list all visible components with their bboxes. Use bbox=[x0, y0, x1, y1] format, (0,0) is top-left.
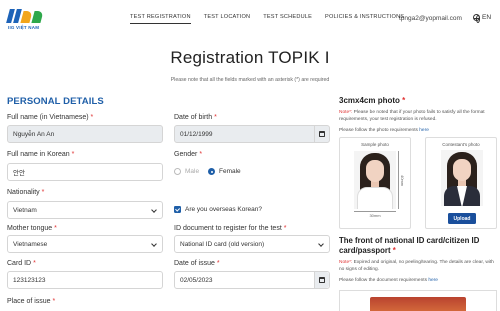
full-name-vi-field[interactable]: Nguyễn An An bbox=[7, 125, 163, 143]
sample-photo-caption: Sample photo bbox=[361, 142, 389, 147]
language-selector[interactable]: EN bbox=[473, 14, 492, 23]
calendar-icon[interactable] bbox=[314, 272, 329, 288]
id-document-select[interactable]: National ID card (old version) bbox=[174, 235, 330, 253]
full-name-ko-field[interactable]: 안안 bbox=[7, 163, 163, 181]
sample-portrait-image bbox=[354, 151, 396, 209]
nav-test-registration[interactable]: TEST REGISTRATION bbox=[130, 14, 191, 24]
globe-icon bbox=[473, 14, 480, 23]
contestant-photo-card: Contestant's photo Upload bbox=[425, 137, 497, 229]
language-label: EN bbox=[482, 14, 492, 21]
mother-tongue-label: Mother tongue * bbox=[7, 225, 57, 232]
id-card-requirements: Please follow the document requirements … bbox=[339, 278, 438, 283]
card-id-label: Card ID * bbox=[7, 260, 36, 267]
id-card-note: Note*: Expired and original, no peeling/… bbox=[339, 260, 494, 272]
brand-logo[interactable]: IIG VIỆT NAM bbox=[6, 7, 48, 33]
dob-value: 01/12/1999 bbox=[180, 130, 213, 138]
nav-test-location[interactable]: TEST LOCATION bbox=[204, 14, 251, 24]
contestant-portrait-image bbox=[441, 150, 483, 206]
nationality-value: Vietnam bbox=[13, 206, 37, 214]
id-card-upload-area[interactable] bbox=[339, 290, 497, 311]
nationality-label: Nationality * bbox=[7, 189, 45, 196]
gender-male-radio[interactable]: Male bbox=[174, 168, 199, 175]
chevron-down-icon bbox=[318, 241, 324, 247]
gender-label: Gender * bbox=[174, 151, 203, 158]
chevron-down-icon bbox=[151, 207, 157, 213]
personal-details-heading: PERSONAL DETAILS bbox=[7, 96, 104, 107]
width-dimension: 30mm bbox=[354, 211, 396, 218]
overseas-korean-label: Are you overseas Korean? bbox=[185, 206, 262, 213]
id-document-value: National ID card (old version) bbox=[180, 240, 265, 248]
mother-tongue-value: Vietnamese bbox=[13, 240, 48, 248]
photo-section-title: 3cmx4cm photo * bbox=[339, 96, 406, 105]
gender-male-label: Male bbox=[185, 168, 200, 175]
calendar-icon[interactable] bbox=[314, 126, 329, 142]
chevron-down-icon bbox=[151, 241, 157, 247]
checkbox-checked-icon bbox=[174, 206, 181, 213]
dob-field[interactable]: 01/12/1999 bbox=[174, 125, 330, 143]
upload-photo-button[interactable]: Upload bbox=[448, 213, 476, 224]
date-issue-value: 02/05/2023 bbox=[180, 276, 213, 284]
height-dimension: 40mm bbox=[398, 151, 405, 209]
nationality-select[interactable]: Vietnam bbox=[7, 201, 163, 219]
date-issue-field[interactable]: 02/05/2023 bbox=[174, 271, 330, 289]
mother-tongue-select[interactable]: Vietnamese bbox=[7, 235, 163, 253]
nav-policies-instructions[interactable]: POLICIES & INSTRUCTIONS bbox=[325, 14, 404, 24]
user-email[interactable]: tpnga2@yopmail.com bbox=[399, 15, 462, 22]
top-header: IIG VIỆT NAM TEST REGISTRATION TEST LOCA… bbox=[0, 0, 500, 38]
date-issue-label: Date of issue * bbox=[174, 260, 220, 267]
id-card-section-title: The front of national ID card/citizen ID… bbox=[339, 236, 480, 255]
photo-requirements-link[interactable]: here bbox=[419, 128, 429, 133]
nav-test-schedule[interactable]: TEST SCHEDULE bbox=[263, 14, 312, 24]
card-id-field[interactable]: 123123123 bbox=[7, 271, 163, 289]
photo-requirements: Please follow the photo requirements her… bbox=[339, 128, 429, 133]
logo-mark-icon bbox=[6, 7, 48, 23]
gender-female-radio[interactable]: Female bbox=[208, 168, 241, 175]
id-card-sample-image bbox=[370, 297, 466, 311]
place-issue-label: Place of issue * bbox=[7, 298, 56, 305]
dob-label: Date of birth * bbox=[174, 114, 217, 121]
sample-photo-card: Sample photo 30mm 40mm bbox=[339, 137, 411, 229]
gender-female-label: Female bbox=[219, 168, 241, 175]
full-name-vi-label: Full name (in Vietnamese) * bbox=[7, 114, 94, 121]
logo-text: IIG VIỆT NAM bbox=[8, 25, 40, 30]
overseas-korean-checkbox[interactable]: Are you overseas Korean? bbox=[174, 206, 262, 213]
full-name-ko-label: Full name in Korean * bbox=[7, 151, 75, 158]
id-document-label: ID document to register for the test * bbox=[174, 225, 287, 232]
radio-on-icon bbox=[208, 168, 215, 175]
id-card-requirements-link[interactable]: here bbox=[428, 278, 438, 283]
contestant-photo-caption: Contestant's photo bbox=[442, 142, 480, 147]
photo-note: Note*: Please be noted that if your phot… bbox=[339, 110, 485, 122]
main-nav: TEST REGISTRATION TEST LOCATION TEST SCH… bbox=[130, 14, 404, 24]
page-title: Registration TOPIK I bbox=[170, 48, 330, 67]
required-note: Please note that all the fields marked w… bbox=[170, 77, 330, 83]
radio-off-icon bbox=[174, 168, 181, 175]
